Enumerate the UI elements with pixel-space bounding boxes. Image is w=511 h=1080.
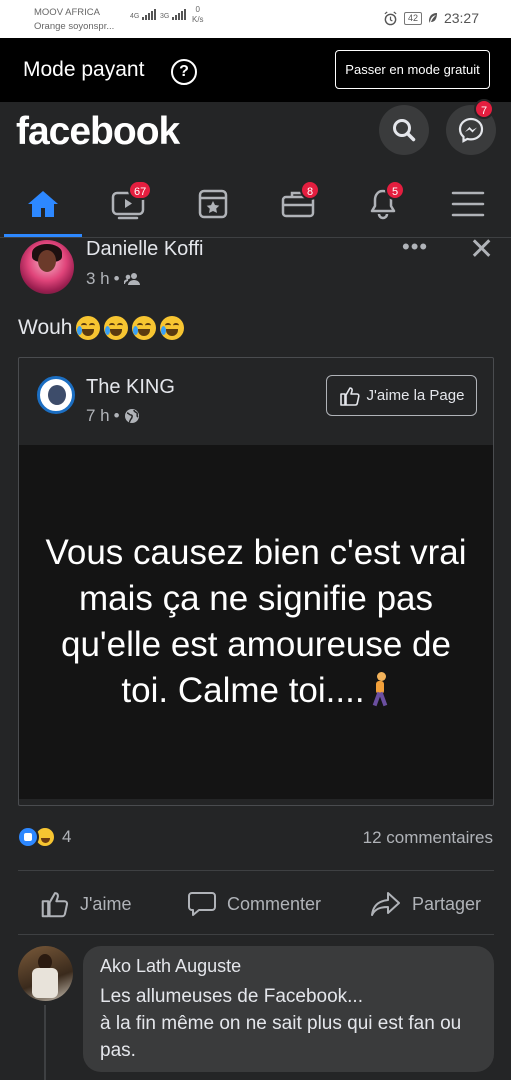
tab-menu[interactable] (444, 184, 492, 224)
share-arrow-icon (371, 892, 400, 916)
marketplace-badge: 8 (300, 180, 320, 200)
carrier-name-1: MOOV AFRICA (34, 7, 100, 18)
like-page-label: J'aime la Page (366, 387, 465, 404)
battery-icon: 42 (403, 11, 422, 25)
meta-separator: • (113, 406, 120, 425)
free-mode-button[interactable]: Passer en mode gratuit (335, 50, 490, 89)
meta-separator: • (113, 269, 120, 288)
like-label: J'aime (80, 893, 132, 914)
shared-post-time[interactable]: 7 h (86, 406, 110, 426)
signal-1-icon: 4G (130, 9, 157, 20)
leaf-icon (428, 13, 437, 23)
tab-marketplace[interactable]: 8 (274, 180, 322, 224)
tab-notifications[interactable]: 5 (359, 180, 407, 224)
mode-title: Mode payant (23, 58, 145, 81)
post-text: Wouh (18, 316, 73, 339)
facebook-logo: facebook (16, 110, 180, 153)
network-type-2: 3G (160, 13, 170, 20)
speed-value: 0 (195, 5, 200, 14)
reactions-summary[interactable]: 4 (17, 826, 71, 848)
search-button[interactable] (379, 105, 429, 155)
thumbs-up-icon (339, 386, 360, 406)
home-icon (28, 191, 58, 217)
commenter-avatar[interactable] (18, 946, 73, 1001)
quote-text: Vous causez bien c'est vrai mais ça ne s… (45, 533, 467, 710)
page-avatar[interactable] (37, 376, 75, 414)
post-time[interactable]: 3 h (86, 269, 110, 289)
tears-of-joy-emoji (160, 316, 185, 340)
signal-2-icon: 3G (160, 9, 187, 20)
like-reaction-icon (17, 826, 39, 848)
speed-unit: K/s (192, 15, 204, 24)
comment-label: Commenter (227, 893, 322, 914)
status-right: 42 23:27 (383, 10, 479, 26)
status-bar: MOOV AFRICA Orange soyonspr... 4G 3G 0 K… (0, 0, 511, 38)
comment-thread-line (44, 1005, 46, 1080)
post-body: Wouh (18, 316, 185, 340)
share-label: Partager (412, 893, 482, 914)
watch-badge: 67 (128, 180, 153, 200)
app-header: facebook 7 67 8 5 (0, 99, 511, 238)
globe-icon (124, 409, 139, 423)
comment-button[interactable]: Commenter (187, 884, 321, 924)
tab-watch[interactable]: 67 (104, 180, 153, 224)
post-meta: 3 h • (86, 269, 140, 289)
hamburger-menu-icon (451, 191, 485, 217)
friends-audience-icon (123, 273, 140, 285)
thumbs-up-icon (41, 892, 69, 918)
messenger-icon (458, 117, 484, 143)
alarm-icon (384, 10, 397, 25)
network-type-1: 4G (130, 13, 140, 20)
carrier-info: MOOV AFRICA Orange soyonspr... (34, 6, 114, 34)
tab-home[interactable] (19, 184, 67, 224)
tab-pages[interactable] (189, 184, 237, 224)
clock-time: 23:27 (443, 10, 479, 26)
quote-image[interactable]: Vous causez bien c'est vrai mais ça ne s… (19, 445, 493, 799)
shared-page-name[interactable]: The KING (86, 376, 175, 399)
comment-author-name[interactable]: Ako Lath Auguste (100, 956, 241, 977)
post-options-icon[interactable]: ••• (402, 234, 428, 260)
share-button[interactable]: Partager (370, 884, 481, 924)
tears-of-joy-emoji (132, 316, 157, 340)
comment-bubble-icon (188, 892, 216, 916)
tears-of-joy-emoji (76, 316, 101, 340)
author-avatar[interactable] (20, 240, 74, 294)
divider (18, 870, 494, 871)
divider (18, 934, 494, 935)
help-icon[interactable]: ? (171, 59, 197, 85)
shared-post-meta: 7 h • (86, 406, 140, 426)
comment-text: Les allumeuses de Facebook... à la fin m… (100, 986, 462, 1061)
post-author-name[interactable]: Danielle Koffi (86, 238, 203, 261)
carrier-name-2: Orange soyonspr... (34, 21, 115, 32)
pages-star-icon (198, 189, 228, 219)
active-tab-indicator (4, 234, 82, 237)
messenger-button[interactable]: 7 (446, 99, 496, 155)
quote-content: Vous causez bien c'est vrai mais ça ne s… (36, 530, 476, 714)
close-icon[interactable]: ✕ (469, 232, 494, 267)
like-page-button[interactable]: J'aime la Page (326, 375, 477, 416)
walking-person-emoji (369, 672, 391, 707)
messenger-badge: 7 (474, 99, 494, 119)
search-icon (393, 119, 416, 142)
like-button[interactable]: J'aime (40, 884, 131, 924)
tears-of-joy-emoji (104, 316, 129, 340)
notifications-badge: 5 (385, 180, 405, 200)
comments-count-link[interactable]: 12 commentaires (363, 828, 493, 848)
reaction-count: 4 (62, 827, 72, 846)
network-speed: 0 K/s (192, 5, 204, 25)
